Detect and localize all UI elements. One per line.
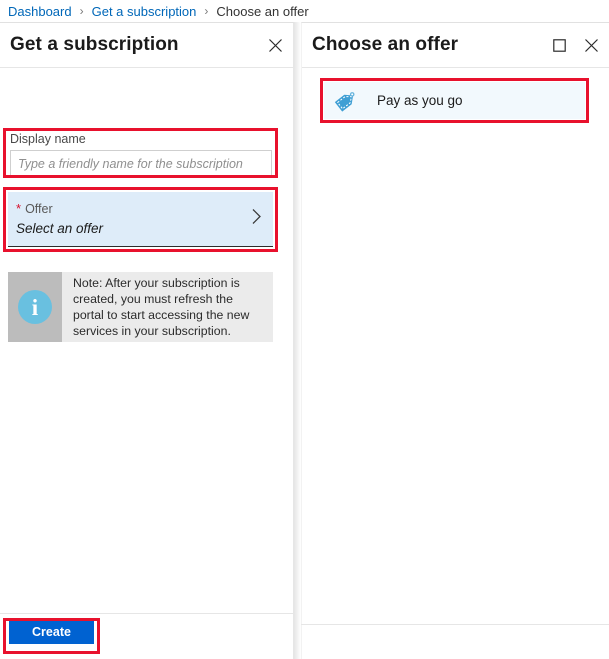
- choose-an-offer-title: Choose an offer: [312, 34, 459, 55]
- breadcrumb: Dashboard › Get a subscription › Choose …: [0, 0, 609, 22]
- close-icon[interactable]: [581, 35, 601, 55]
- price-tag-icon: [333, 88, 359, 114]
- get-a-subscription-blade: Get a subscription Display name * Offer …: [0, 22, 294, 659]
- chevron-right-icon: [250, 207, 263, 232]
- offer-item-label: Pay as you go: [377, 93, 463, 108]
- breadcrumb-item-dashboard[interactable]: Dashboard: [8, 4, 72, 19]
- left-blade-footer: Create: [0, 613, 293, 659]
- breadcrumb-separator: ›: [79, 4, 84, 18]
- offer-selector[interactable]: * Offer Select an offer: [8, 192, 273, 247]
- page-title: Get a subscription: [10, 34, 179, 55]
- left-blade-header-actions: [265, 23, 285, 67]
- offer-value: Select an offer: [16, 221, 104, 236]
- right-blade-header: Choose an offer: [302, 23, 609, 68]
- note-text-column: Note: After your subscription is created…: [62, 272, 273, 342]
- info-icon: i: [18, 290, 52, 324]
- list-item-pay-as-you-go[interactable]: Pay as you go: [324, 82, 585, 119]
- offer-label: Offer: [25, 202, 53, 216]
- close-icon[interactable]: [265, 35, 285, 55]
- left-blade-header: Get a subscription: [0, 23, 293, 68]
- note-text: Note: After your subscription is created…: [73, 276, 250, 338]
- note-icon-column: i: [8, 272, 62, 342]
- breadcrumb-item-get-a-subscription[interactable]: Get a subscription: [92, 4, 197, 19]
- offer-label-line: * Offer: [16, 202, 273, 216]
- right-blade-header-actions: [549, 23, 601, 67]
- display-name-field-group: Display name: [10, 132, 272, 177]
- breadcrumb-item-choose-an-offer: Choose an offer: [216, 3, 309, 19]
- note-box: i Note: After your subscription is creat…: [8, 272, 273, 342]
- create-button[interactable]: Create: [9, 620, 94, 644]
- left-blade-body: Display name * Offer Select an offer i N…: [0, 68, 293, 613]
- blade-divider-shadow: [294, 22, 301, 659]
- right-blade-body: [302, 68, 609, 613]
- maximize-icon[interactable]: [549, 35, 569, 55]
- display-name-input[interactable]: [10, 150, 272, 177]
- right-blade-footer-divider: [301, 624, 609, 625]
- required-marker: *: [16, 201, 22, 216]
- display-name-label: Display name: [10, 132, 86, 146]
- breadcrumb-separator: ›: [204, 4, 209, 18]
